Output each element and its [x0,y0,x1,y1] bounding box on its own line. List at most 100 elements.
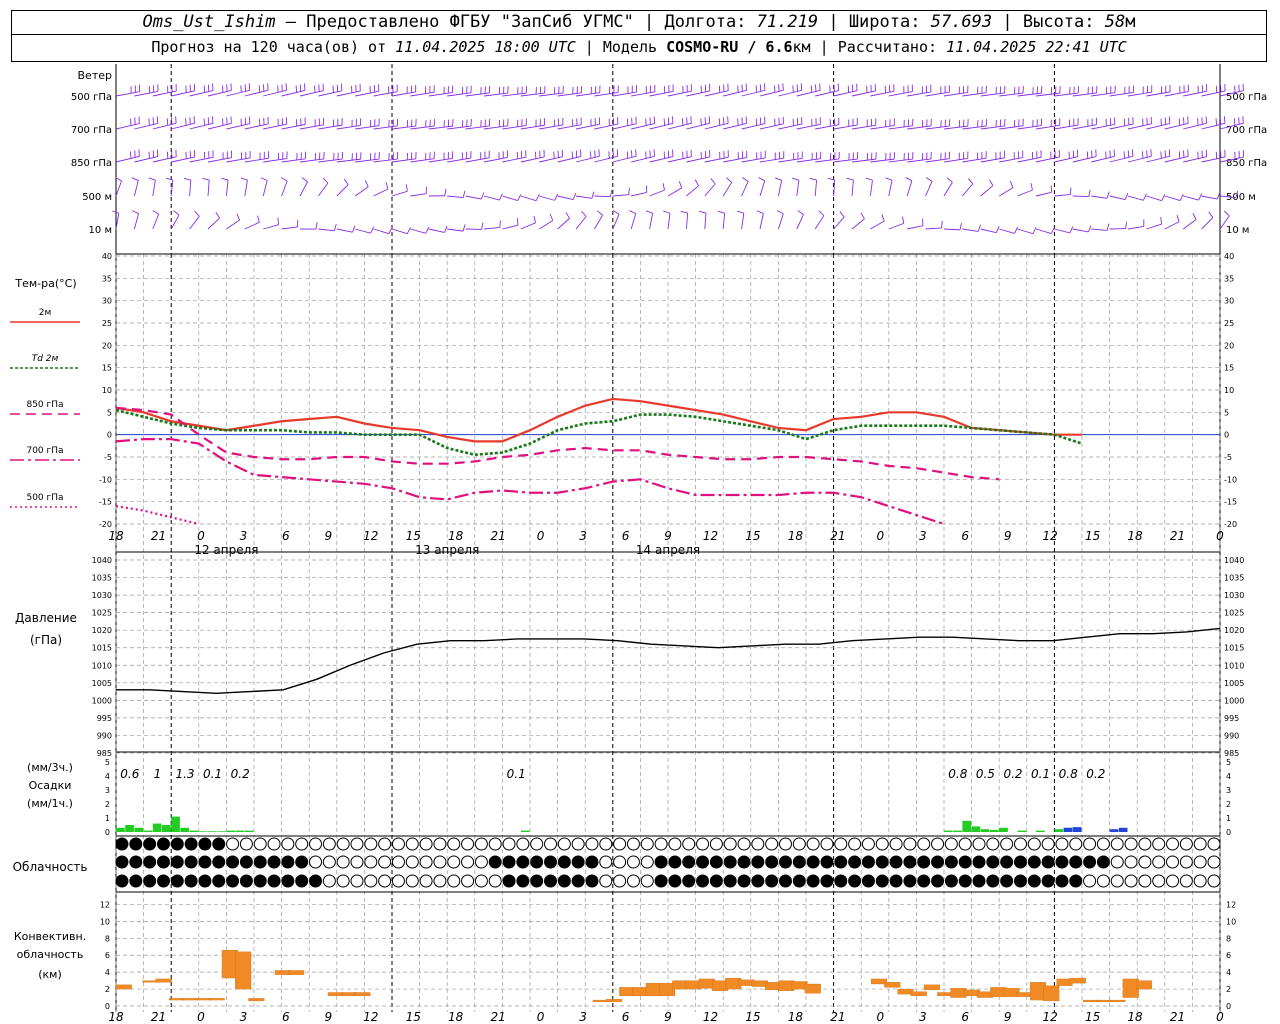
cloud-cover-marker [931,837,945,851]
wind-barb-feather [736,210,744,214]
wind-barb-staff [907,225,923,230]
precip-rain-bar [143,830,153,832]
wind-barb-feather [301,177,308,183]
cloud-cover-marker [613,855,627,869]
cloud-cover-marker [170,855,184,869]
precip-3h-total: 0.1 [1031,767,1050,781]
pressure-ytick: 990 [97,731,112,740]
temp-ytick-right: -15 [1224,498,1237,507]
wind-barb-staff [226,123,250,130]
cloud-cover-marker [958,874,972,888]
wind-barb-staff [115,180,122,197]
temp-legend-label: 700 гПа [26,446,63,456]
wind-barb-feather [236,213,241,221]
wind-barb-feather [516,218,519,226]
wind-barb-staff [741,181,749,197]
cloud-cover-marker [626,874,640,888]
wind-barb-staff [594,215,603,230]
temp-ytick-right: 0 [1224,431,1229,440]
wind-barb-feather [517,194,522,201]
cloud-cover-marker [419,874,433,888]
wind-barb-feather [881,214,885,222]
precip-ytick-right: 1 [1226,814,1231,823]
cloud-cover-marker [737,874,751,888]
time-tick-label: 9 [324,529,332,543]
cloud-cover-marker [737,855,751,869]
wind-barb-staff [649,213,654,230]
precip-rain-bar [198,831,208,832]
wind-barb-staff [263,224,279,230]
wind-barb-feather [1124,192,1129,200]
date-label: 13 апреля [415,543,479,557]
wind-barb-staff [134,156,158,163]
wind-barb-feather [1179,194,1184,201]
cloud-cover-marker [129,837,143,851]
cloud-cover-marker [129,874,143,888]
wind-barb-staff [391,190,408,197]
wind-barb-feather [1198,193,1202,201]
wind-barb-feather [977,224,981,232]
time-tick-label-bottom: 18 [788,1010,804,1024]
cloud-cover-marker [502,874,516,888]
wind-barb-feather [257,215,260,223]
wind-barb-staff [1201,195,1218,200]
wind-barb-staff [1127,225,1144,230]
cloud-cover-marker [1096,855,1110,869]
wind-barb-staff [1146,195,1162,202]
precip-ytick-right: 0 [1226,828,1231,837]
wind-level-label-right: 700 гПа [1226,125,1267,136]
temp-ytick-right: 5 [1224,408,1229,417]
precip-snow-bar [1109,829,1119,832]
wind-barb-feather [1160,217,1163,225]
cloud-cover-marker [1152,874,1166,888]
wind-barb-staff [796,214,804,230]
wind-barb-feather [809,177,817,181]
cloud-cover-marker [474,855,488,869]
cloud-cover-marker [640,855,654,869]
cloud-cover-marker [696,837,710,851]
cloud-cover-marker [778,855,792,869]
wind-barb-feather [1088,189,1091,197]
temp-ytick: 10 [102,386,112,395]
wind-barb-staff [355,228,371,234]
cloud-cover-marker [226,837,240,851]
meteogram-chart: Ветер 500 гПа 500 гПа 700 гПа 700 гПа 850 гПа… [10,64,1267,1024]
cloud-cover-marker [350,837,364,851]
precip-ytick-right: 4 [1226,772,1231,781]
wind-barb-staff [870,220,885,230]
wind-barb-feather [462,224,466,232]
cloud-cover-marker [267,874,281,888]
wind-barb-feather [183,177,191,181]
cloud-cover-marker [861,874,875,888]
cloud-cover-marker [682,855,696,869]
cloud-cover-marker [143,874,157,888]
cloud-cover-marker [295,855,309,869]
cloud-cover-marker [917,837,931,851]
wind-barb-feather [462,190,466,198]
temp-ytick: -20 [99,520,112,529]
cloud-cover-marker [903,874,917,888]
wind-barb-staff [428,228,445,233]
cloud-cover-marker [1000,874,1014,888]
convective-bar [115,984,132,990]
pressure-ytick: 1040 [92,556,112,565]
wind-barb-staff [851,180,854,197]
precip-rain-bar [208,831,217,832]
temp-ytick: 35 [102,274,112,283]
cloud-cover-marker [792,837,806,851]
time-tick-label-bottom: 18 [448,1010,464,1024]
cloud-cover-marker [640,874,654,888]
wind-barb-staff [354,186,369,197]
wind-barb-feather [535,194,540,201]
cloud-cover-marker [557,837,571,851]
cloud-cover-marker [1166,855,1180,869]
time-tick-label: 18 [788,529,804,543]
wind-barb-feather [612,210,620,215]
cloud-cover-marker [419,837,433,851]
temp-ytick-right: 20 [1224,341,1234,350]
time-tick-label-bottom: 21 [1170,1010,1185,1024]
wind-level-label: 500 гПа [71,92,112,103]
wind-barb-feather [905,177,913,182]
wind-barb-staff [759,213,764,230]
cloud-cover-marker [212,874,226,888]
